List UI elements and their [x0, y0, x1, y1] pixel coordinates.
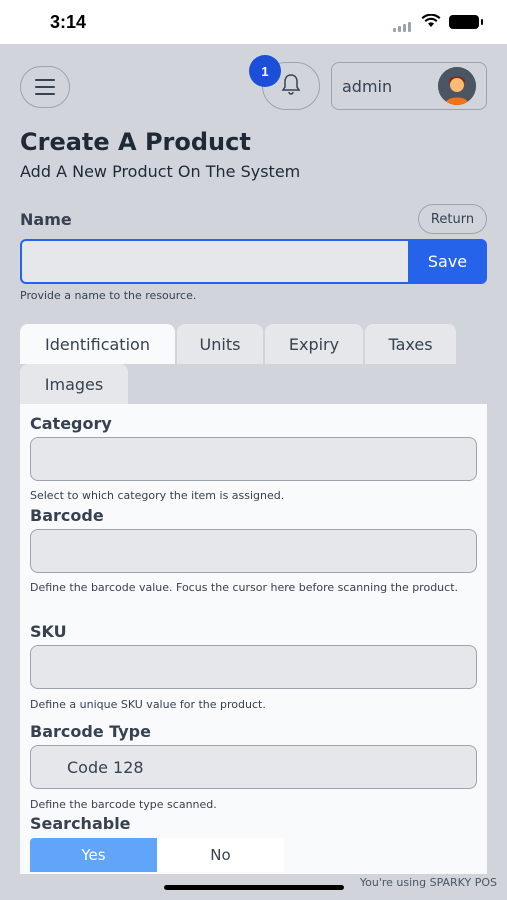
barcode-type-label: Barcode Type: [30, 722, 151, 741]
name-input[interactable]: [20, 239, 409, 284]
footer-note: You're using SPARKY POS: [359, 876, 497, 889]
name-help: Provide a name to the resource.: [20, 289, 197, 302]
hamburger-icon: [35, 79, 55, 81]
tab-images[interactable]: Images: [20, 364, 128, 404]
status-icons: [393, 13, 483, 32]
home-indicator[interactable]: [164, 885, 344, 890]
wifi-icon: [421, 13, 441, 32]
notification-badge: 1: [249, 55, 281, 87]
searchable-yes-option[interactable]: Yes: [30, 838, 157, 872]
avatar: [438, 67, 476, 105]
bell-icon: [281, 73, 301, 99]
category-label: Category: [30, 414, 112, 433]
status-bar: 3:14: [0, 0, 507, 44]
user-name: admin: [342, 76, 393, 96]
menu-button[interactable]: [20, 66, 70, 108]
barcode-field[interactable]: [30, 529, 477, 573]
sku-field[interactable]: [30, 645, 477, 689]
signal-icon: [393, 13, 413, 32]
sku-help: Define a unique SKU value for the produc…: [30, 698, 266, 711]
barcode-type-help: Define the barcode type scanned.: [30, 798, 217, 811]
tab-taxes[interactable]: Taxes: [365, 324, 456, 364]
barcode-help: Define the barcode value. Focus the curs…: [30, 581, 459, 594]
identification-panel: Category Select to which category the it…: [20, 404, 487, 874]
category-help: Select to which category the item is ass…: [30, 489, 285, 502]
tab-expiry[interactable]: Expiry: [265, 324, 363, 364]
status-time: 3:14: [50, 11, 87, 32]
tab-units[interactable]: Units: [177, 324, 263, 364]
barcode-type-select[interactable]: Code 128: [30, 745, 477, 789]
page-subtitle: Add A New Product On The System: [20, 162, 301, 181]
searchable-no-option[interactable]: No: [157, 838, 284, 872]
searchable-label: Searchable: [30, 814, 131, 833]
barcode-label: Barcode: [30, 506, 104, 525]
save-button[interactable]: Save: [408, 239, 487, 284]
sku-label: SKU: [30, 622, 67, 641]
page-title: Create A Product: [20, 128, 251, 156]
battery-icon: [449, 15, 483, 29]
category-field[interactable]: [30, 437, 477, 481]
tab-identification[interactable]: Identification: [20, 324, 175, 364]
return-button[interactable]: Return: [418, 204, 487, 234]
user-menu[interactable]: admin: [331, 62, 487, 110]
name-label: Name: [20, 210, 72, 229]
